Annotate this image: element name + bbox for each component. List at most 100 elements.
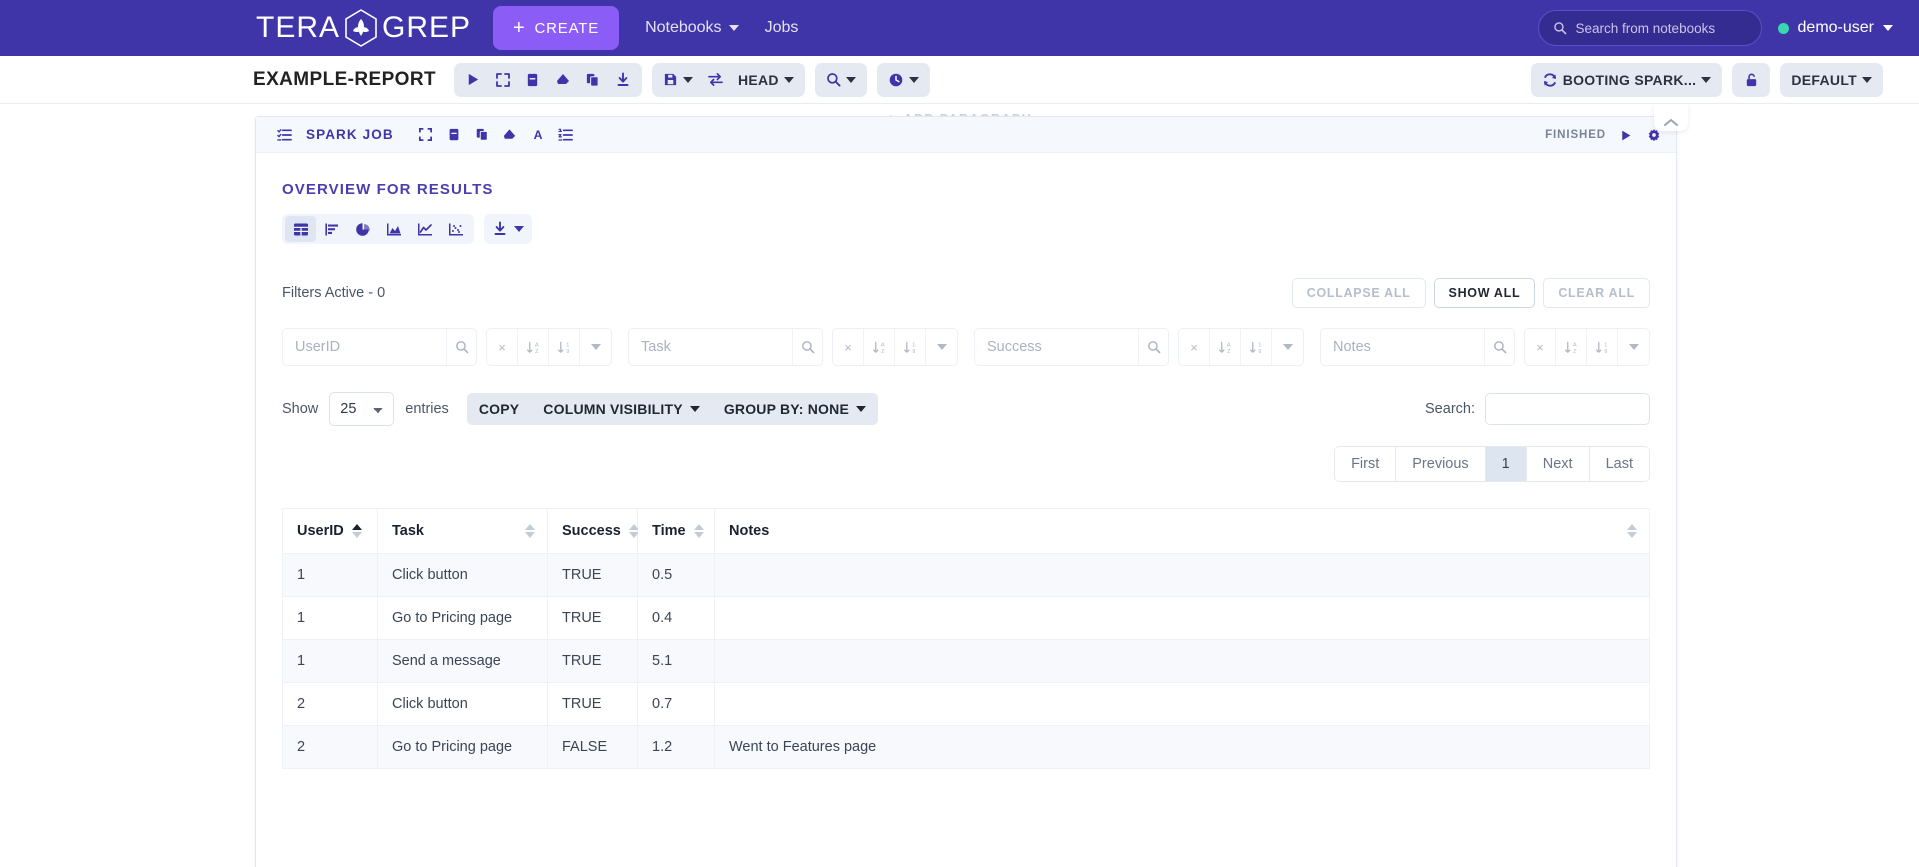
cell-task: Click button: [377, 553, 548, 597]
sort-numeric-icon[interactable]: 19: [1241, 329, 1272, 365]
table-header-userid[interactable]: UserID: [282, 508, 378, 554]
table-header-time[interactable]: Time: [637, 508, 715, 554]
nav-item-jobs[interactable]: Jobs: [765, 19, 799, 37]
copy-icon: [476, 128, 488, 141]
sort-numeric-icon[interactable]: 19: [895, 329, 926, 365]
filter-input-task[interactable]: [629, 329, 793, 365]
search-icon[interactable]: [792, 329, 822, 365]
plus-icon: +: [513, 17, 526, 39]
page-title: EXAMPLE-REPORT: [253, 68, 436, 90]
user-menu[interactable]: demo-user: [1777, 19, 1893, 37]
viz-pie-chart[interactable]: [347, 216, 378, 242]
sort-numeric-icon[interactable]: 19: [549, 329, 580, 365]
lock-button[interactable]: [1736, 65, 1766, 95]
download-button[interactable]: [608, 65, 638, 95]
sort-alpha-icon[interactable]: AZ: [1210, 329, 1241, 365]
permission-button[interactable]: DEFAULT: [1784, 65, 1879, 95]
viz-line-chart[interactable]: [409, 216, 440, 242]
table-row[interactable]: 1 Go to Pricing page TRUE 0.4: [282, 596, 1650, 640]
group-by-button[interactable]: GROUP BY: NONE: [712, 393, 878, 425]
paragraph-eraser-button[interactable]: [496, 122, 524, 148]
entries-select[interactable]: 10 25 50 100: [329, 392, 395, 426]
filter-input-userid[interactable]: [283, 329, 447, 365]
pagination-next[interactable]: Next: [1526, 447, 1590, 481]
pagination-page-1[interactable]: 1: [1485, 447, 1527, 481]
save-button[interactable]: [656, 65, 700, 95]
cell-userid: 2: [282, 682, 378, 726]
paragraph-copy-button[interactable]: [468, 122, 496, 148]
clear-output-button[interactable]: [548, 65, 578, 95]
schedule-button[interactable]: [881, 65, 926, 95]
sort-alpha-icon[interactable]: AZ: [864, 329, 895, 365]
expand-paragraph-button[interactable]: [412, 122, 440, 148]
search-notebook-button[interactable]: [819, 65, 863, 95]
download-results-button[interactable]: [484, 214, 532, 244]
notebook-button[interactable]: [518, 65, 548, 95]
chevron-down-icon: [908, 76, 919, 83]
run-play-icon[interactable]: [1615, 122, 1635, 148]
table-row[interactable]: 1 Send a message TRUE 5.1: [282, 639, 1650, 683]
interpreter-status-button[interactable]: BOOTING SPARK...: [1535, 65, 1719, 95]
table-header-success[interactable]: Success: [547, 508, 639, 554]
viz-scatter-chart[interactable]: [440, 216, 471, 242]
clear-all-button[interactable]: CLEAR ALL: [1543, 278, 1650, 308]
viz-area-chart[interactable]: [378, 216, 409, 242]
nav-item-jobs-label: Jobs: [764, 19, 799, 36]
table-row[interactable]: 2 Go to Pricing page FALSE 1.2 Went to F…: [282, 725, 1650, 769]
paragraph-card: SPARK JOB A FINISHED OVERVIEW FOR RESULT…: [255, 104, 1688, 867]
search-icon[interactable]: [1138, 329, 1168, 365]
cell-success: FALSE: [547, 725, 638, 769]
search-icon[interactable]: [446, 329, 476, 365]
table-row[interactable]: 2 Click button TRUE 0.7: [282, 682, 1650, 726]
clear-filter-icon[interactable]: ×: [1525, 329, 1556, 365]
search-icon[interactable]: [1484, 329, 1514, 365]
paragraph-title: SPARK JOB: [306, 127, 394, 142]
create-button[interactable]: + CREATE: [493, 6, 620, 50]
sort-alpha-icon[interactable]: AZ: [1556, 329, 1587, 365]
viz-bar-chart[interactable]: [316, 216, 347, 242]
copy-button[interactable]: COPY: [467, 393, 531, 425]
sort-alpha-icon[interactable]: AZ: [518, 329, 549, 365]
sort-numeric-icon[interactable]: 19: [1587, 329, 1618, 365]
chevron-up-icon[interactable]: [1654, 104, 1688, 131]
filter-controls-success: × AZ 19: [1178, 328, 1304, 366]
unlock-icon: [1746, 73, 1757, 87]
svg-text:A: A: [1572, 342, 1576, 348]
clear-filter-icon[interactable]: ×: [487, 329, 518, 365]
column-filters: × AZ 19: [282, 328, 1650, 366]
pagination-previous[interactable]: Previous: [1396, 447, 1486, 481]
filter-input-success[interactable]: [975, 329, 1139, 365]
search-input[interactable]: Search from notebooks: [1537, 10, 1762, 46]
chevron-down-icon[interactable]: [1272, 329, 1303, 365]
clear-filter-icon[interactable]: ×: [833, 329, 864, 365]
paragraph-font-button[interactable]: A: [524, 122, 552, 148]
paragraph-list-button[interactable]: [552, 122, 580, 148]
collapse-all-button[interactable]: COLLAPSE ALL: [1291, 278, 1426, 308]
table-row[interactable]: 1 Click button TRUE 0.5: [282, 553, 1650, 597]
table-header-notes[interactable]: Notes: [714, 508, 1650, 554]
cell-time: 0.4: [637, 596, 715, 640]
paragraph-book-button[interactable]: [440, 122, 468, 148]
collapse-button[interactable]: [488, 65, 518, 95]
pagination-first[interactable]: First: [1335, 447, 1397, 481]
paragraph-status-area: FINISHED: [1545, 117, 1664, 153]
table-header-task[interactable]: Task: [377, 508, 548, 554]
column-visibility-button[interactable]: COLUMN VISIBILITY: [531, 393, 712, 425]
svg-text:9: 9: [912, 349, 915, 355]
run-paragraph-button[interactable]: [458, 65, 488, 95]
toolbar-group-version: HEAD: [651, 62, 805, 97]
copy-button[interactable]: [578, 65, 608, 95]
chevron-down-icon[interactable]: [1618, 329, 1649, 365]
clear-filter-icon[interactable]: ×: [1179, 329, 1210, 365]
nav-item-notebooks[interactable]: Notebooks: [645, 19, 739, 37]
filter-input-notes[interactable]: [1321, 329, 1485, 365]
version-head-button[interactable]: HEAD: [731, 65, 801, 95]
chevron-down-icon[interactable]: [580, 329, 611, 365]
pagination-last[interactable]: Last: [1589, 447, 1649, 481]
brand-logo[interactable]: TERA GREP: [256, 8, 471, 48]
viz-table[interactable]: [285, 216, 316, 242]
chevron-down-icon[interactable]: [926, 329, 957, 365]
table-search-input[interactable]: [1485, 393, 1650, 425]
show-all-button[interactable]: SHOW ALL: [1433, 278, 1536, 308]
version-switch-button[interactable]: [700, 65, 731, 95]
